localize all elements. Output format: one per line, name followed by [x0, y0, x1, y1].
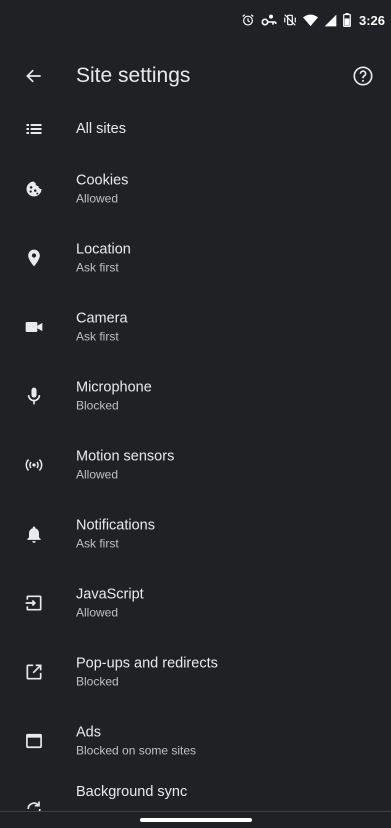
settings-item-status: Blocked [76, 398, 119, 412]
settings-item-status: Blocked [76, 674, 119, 688]
settings-item-title: JavaScript [76, 586, 144, 602]
settings-item-title: Microphone [76, 379, 152, 395]
battery-icon [343, 13, 351, 27]
settings-item-javascript[interactable]: JavaScript Allowed [0, 568, 391, 637]
settings-item-all-sites[interactable]: All sites [0, 104, 391, 154]
settings-item-title: Pop-ups and redirects [76, 655, 218, 671]
settings-item-status: Ask first [76, 260, 119, 274]
settings-item-text: Background sync [76, 783, 375, 801]
vpn-key-icon [261, 13, 277, 27]
settings-item-title: Location [76, 241, 131, 257]
settings-item-popups-redirects[interactable]: Pop-ups and redirects Blocked [0, 637, 391, 706]
gesture-navigation-bar [0, 812, 391, 828]
settings-item-motion-sensors[interactable]: Motion sensors Allowed [0, 430, 391, 499]
settings-item-status: Allowed [76, 467, 119, 481]
open-in-new-icon [22, 660, 46, 684]
settings-item-title: All sites [76, 121, 126, 137]
settings-item-notifications[interactable]: Notifications Ask first [0, 499, 391, 568]
list-icon [22, 117, 46, 141]
settings-item-text: All sites [76, 120, 375, 138]
settings-item-status: Ask first [76, 329, 119, 343]
settings-item-text: Microphone Blocked [76, 378, 375, 413]
bell-icon [22, 522, 46, 546]
settings-item-title: Cookies [76, 172, 129, 188]
settings-item-text: Location Ask first [76, 240, 375, 275]
settings-item-title: Background sync [76, 784, 188, 800]
settings-item-text: Cookies Allowed [76, 171, 375, 206]
site-settings-screen: 3:26 Site settings All sites Cookies All… [0, 0, 391, 828]
cookie-icon [22, 177, 46, 201]
home-gesture-handle[interactable] [139, 818, 252, 822]
wifi-icon [302, 14, 318, 27]
app-bar: Site settings [0, 48, 391, 104]
settings-item-text: JavaScript Allowed [76, 585, 375, 620]
help-circle-icon [352, 65, 374, 87]
settings-item-status: Ask first [76, 536, 119, 550]
settings-item-text: Notifications Ask first [76, 516, 375, 551]
arrow-back-icon [24, 66, 44, 86]
ads-window-icon [22, 729, 46, 753]
location-pin-icon [22, 246, 46, 270]
settings-item-status: Blocked on some sites [76, 743, 197, 757]
settings-item-status: Allowed [76, 605, 119, 619]
settings-item-title: Ads [76, 724, 101, 740]
signal-icon [324, 14, 337, 27]
javascript-icon [22, 591, 46, 615]
settings-item-title: Camera [76, 310, 128, 326]
vibrate-off-icon [283, 13, 297, 27]
settings-item-text: Motion sensors Allowed [76, 447, 375, 482]
settings-item-cookies[interactable]: Cookies Allowed [0, 154, 391, 223]
settings-item-title: Notifications [76, 517, 155, 533]
settings-item-text: Camera Ask first [76, 309, 375, 344]
settings-item-camera[interactable]: Camera Ask first [0, 292, 391, 361]
settings-item-status: Allowed [76, 191, 119, 205]
alarm-icon [241, 13, 255, 27]
site-settings-list: All sites Cookies Allowed Location Ask f… [0, 104, 391, 828]
page-title: Site settings [76, 64, 191, 87]
settings-item-location[interactable]: Location Ask first [0, 223, 391, 292]
settings-item-microphone[interactable]: Microphone Blocked [0, 361, 391, 430]
back-button[interactable] [22, 64, 46, 88]
videocam-icon [22, 315, 46, 339]
status-time: 3:26 [358, 12, 385, 28]
status-bar: 3:26 [0, 0, 391, 40]
settings-item-text: Pop-ups and redirects Blocked [76, 654, 375, 689]
settings-item-title: Motion sensors [76, 448, 175, 464]
mic-icon [22, 384, 46, 408]
help-button[interactable] [351, 64, 375, 88]
settings-item-ads[interactable]: Ads Blocked on some sites [0, 706, 391, 775]
sensors-icon [22, 453, 46, 477]
settings-item-text: Ads Blocked on some sites [76, 723, 375, 758]
